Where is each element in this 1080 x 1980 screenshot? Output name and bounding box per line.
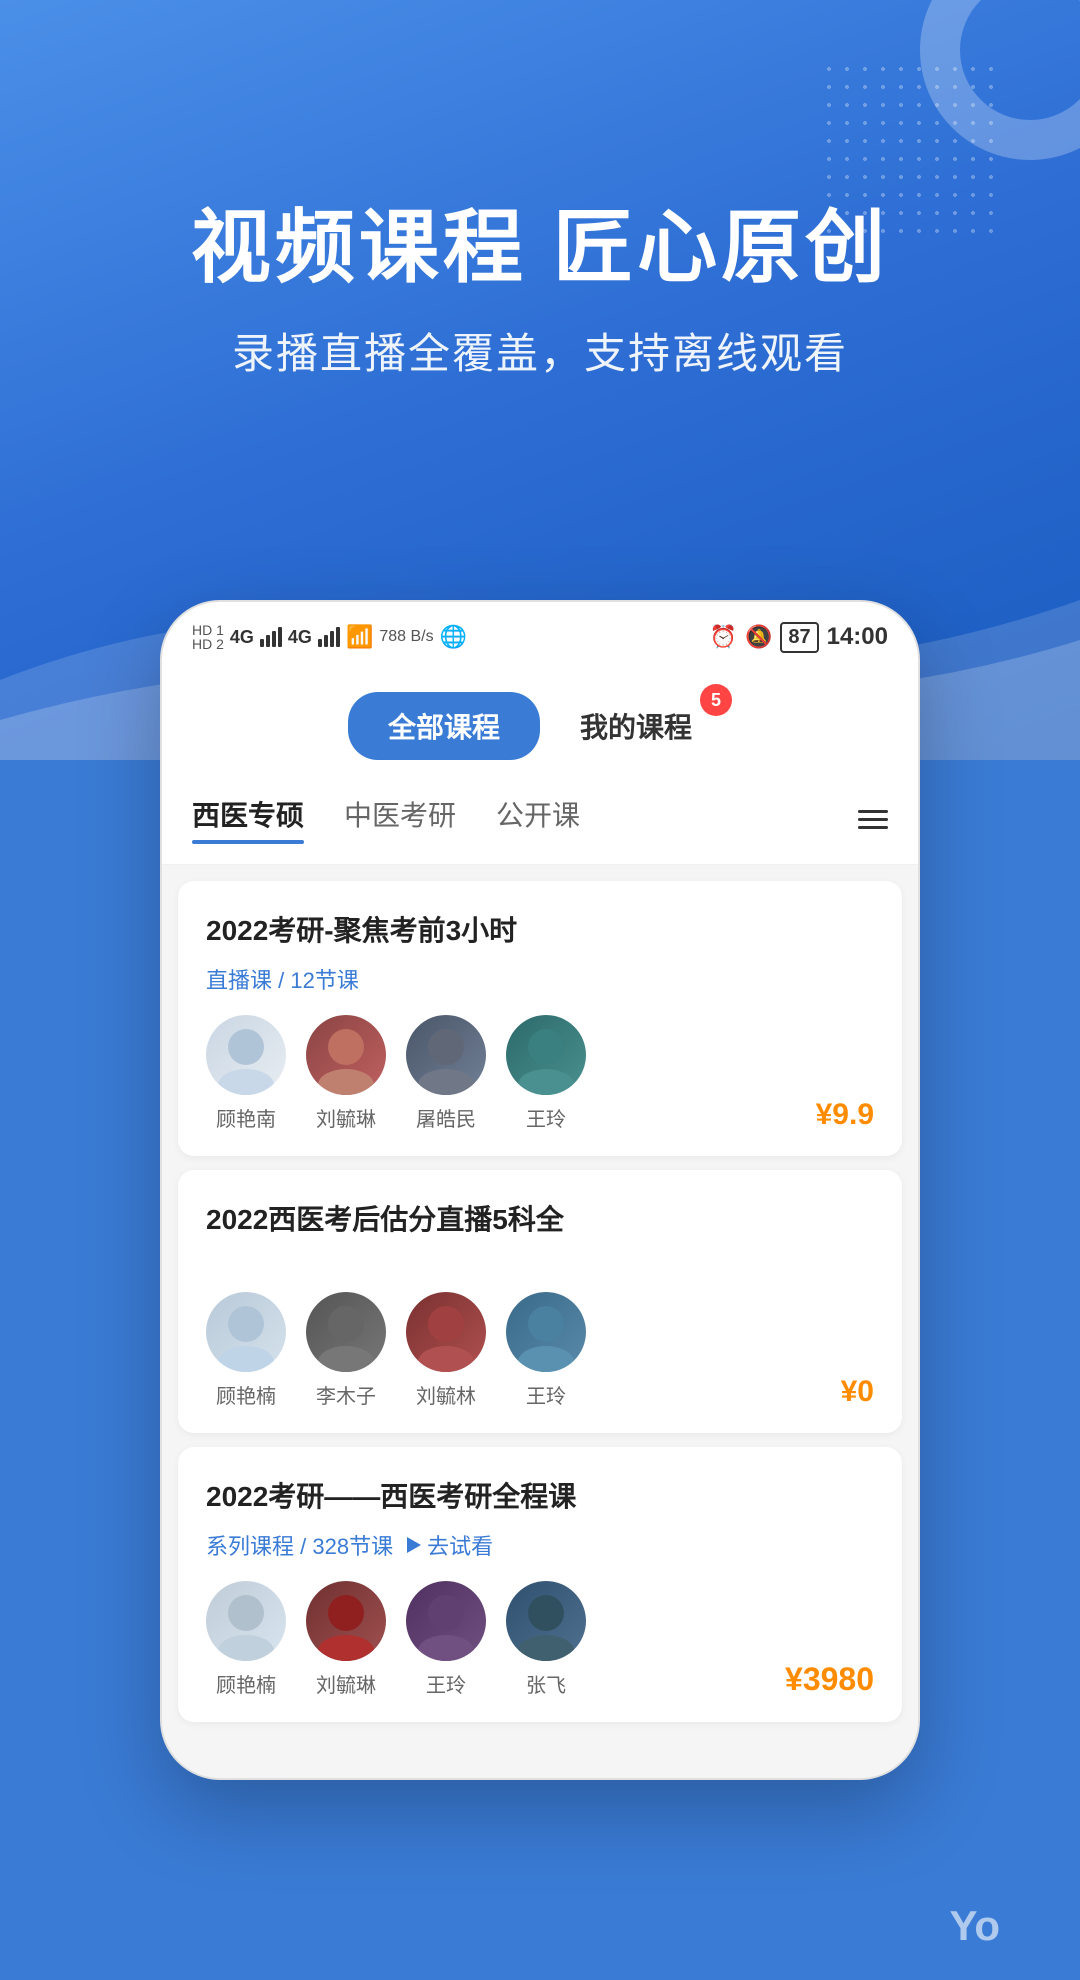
teacher-3-2: 刘毓琳	[306, 1581, 386, 1698]
course-meta-3: 系列课程 / 328节课 去试看	[206, 1529, 874, 1561]
avatar-liu-yulin-2	[406, 1292, 486, 1372]
course-meta-2	[206, 1252, 874, 1272]
network-label: HD 1 HD 2	[192, 623, 224, 651]
network-4g-2: 4G	[288, 627, 312, 648]
teacher-name-3-1: 顾艳楠	[216, 1669, 276, 1698]
course-card-1[interactable]: 2022考研-聚焦考前3小时 直播课 / 12节课 顾艳南	[178, 881, 902, 1156]
price-1: ¥9.9	[816, 1098, 874, 1132]
meta-type-3: 系列课程 / 328节课	[206, 1529, 393, 1561]
my-courses-badge: 5	[700, 684, 732, 716]
teacher-name-1-4: 王玲	[526, 1103, 566, 1132]
speed-label: 788 B/s	[379, 628, 433, 646]
cat-western-medicine[interactable]: 西医专硕	[192, 794, 304, 844]
avatar-zhang-fei	[506, 1581, 586, 1661]
hero-text-block: 视频课程 匠心原创 录播直播全覆盖，支持离线观看	[0, 0, 1080, 381]
time-display: 14:00	[827, 623, 888, 651]
teacher-name-1-3: 屠皓民	[416, 1103, 476, 1132]
teacher-1-3: 屠皓民	[406, 1015, 486, 1132]
course-title-3: 2022考研——西医考研全程课	[206, 1475, 874, 1515]
avatar-wang-ling-1	[506, 1015, 586, 1095]
menu-line-3	[858, 826, 888, 829]
teacher-name-3-4: 张飞	[526, 1669, 566, 1698]
try-watch-button[interactable]: 去试看	[407, 1529, 493, 1561]
signal-bars-2	[318, 627, 340, 647]
wifi-icon: 📶	[346, 624, 373, 650]
teacher-name-3-3: 王玲	[426, 1669, 466, 1698]
avatar-tu-haomin	[406, 1015, 486, 1095]
avatar-wang-ling-2	[506, 1292, 586, 1372]
cat-open-course[interactable]: 公开课	[496, 794, 580, 844]
network-globe-icon: 🌐	[440, 624, 467, 650]
try-label: 去试看	[427, 1529, 493, 1561]
teacher-1-1: 顾艳南	[206, 1015, 286, 1132]
avatar-li-muzi	[306, 1292, 386, 1372]
price-2: ¥0	[841, 1375, 874, 1409]
avatar-liu-yulin-3	[306, 1581, 386, 1661]
cat-tcm[interactable]: 中医考研	[344, 794, 456, 844]
hero-title: 视频课程 匠心原创	[0, 200, 1080, 296]
phone-bottom-pad	[162, 1738, 918, 1778]
status-left: HD 1 HD 2 4G 4G 📶 788 B/	[192, 623, 467, 651]
menu-line-1	[858, 810, 888, 813]
teacher-name-2-3: 刘毓林	[416, 1380, 476, 1409]
menu-button[interactable]	[858, 810, 888, 829]
phone-frame: HD 1 HD 2 4G 4G 📶 788 B/	[160, 600, 920, 1780]
hero-subtitle: 录播直播全覆盖，支持离线观看	[0, 320, 1080, 381]
teacher-2-2: 李木子	[306, 1292, 386, 1409]
course-title-1: 2022考研-聚焦考前3小时	[206, 909, 874, 949]
teacher-name-2-1: 顾艳楠	[216, 1380, 276, 1409]
teacher-2-4: 王玲	[506, 1292, 586, 1409]
battery-level: 87	[780, 622, 818, 653]
tab-all-courses[interactable]: 全部课程	[348, 692, 540, 760]
teacher-3-3: 王玲	[406, 1581, 486, 1698]
teacher-name-1-1: 顾艳南	[216, 1103, 276, 1132]
avatar-liu-yulin	[306, 1015, 386, 1095]
meta-type-1: 直播课 / 12节课	[206, 963, 359, 995]
course-card-3[interactable]: 2022考研——西医考研全程课 系列课程 / 328节课 去试看	[178, 1447, 902, 1722]
yo-label: Yo	[949, 1902, 1000, 1950]
teacher-1-2: 刘毓琳	[306, 1015, 386, 1132]
teacher-1-4: 王玲	[506, 1015, 586, 1132]
teacher-2-1: 顾艳楠	[206, 1292, 286, 1409]
category-nav: 西医专硕 中医考研 公开课	[162, 784, 918, 865]
teacher-2-3: 刘毓林	[406, 1292, 486, 1409]
teacher-row-1: 顾艳南 刘毓琳 屠皓民	[206, 1015, 874, 1132]
teacher-row-2: 顾艳楠 李木子 刘毓林	[206, 1292, 874, 1409]
price-3: ¥3980	[785, 1661, 874, 1698]
course-list: 2022考研-聚焦考前3小时 直播课 / 12节课 顾艳南	[162, 865, 918, 1738]
avatar-gu-yannan-2	[206, 1292, 286, 1372]
alarm-icon: ⏰	[710, 624, 737, 650]
teacher-row-3: 顾艳楠 刘毓琳 王玲	[206, 1581, 874, 1698]
play-icon	[407, 1537, 421, 1553]
course-title-2: 2022西医考后估分直播5科全	[206, 1198, 874, 1238]
tab-bar: 全部课程 我的课程 5	[162, 672, 918, 784]
course-meta-1: 直播课 / 12节课	[206, 963, 874, 995]
status-bar: HD 1 HD 2 4G 4G 📶 788 B/	[162, 602, 918, 672]
phone-mockup: HD 1 HD 2 4G 4G 📶 788 B/	[160, 600, 920, 1780]
teacher-name-3-2: 刘毓琳	[316, 1669, 376, 1698]
teacher-name-1-2: 刘毓琳	[316, 1103, 376, 1132]
mute-icon: 🔕	[745, 624, 772, 650]
signal-bars-1	[260, 627, 282, 647]
page-bottom: Yo	[0, 1780, 1080, 1980]
teacher-3-1: 顾艳楠	[206, 1581, 286, 1698]
teacher-name-2-2: 李木子	[316, 1380, 376, 1409]
status-right: ⏰ 🔕 87 14:00	[710, 622, 888, 653]
avatar-gu-yannan-3	[206, 1581, 286, 1661]
teacher-name-2-4: 王玲	[526, 1380, 566, 1409]
menu-line-2	[858, 818, 888, 821]
course-card-2[interactable]: 2022西医考后估分直播5科全 顾艳楠 李木子	[178, 1170, 902, 1433]
network-4g-1: 4G	[230, 627, 254, 648]
avatar-wang-ling-3	[406, 1581, 486, 1661]
teacher-3-4: 张飞	[506, 1581, 586, 1698]
avatar-gu-yannan	[206, 1015, 286, 1095]
